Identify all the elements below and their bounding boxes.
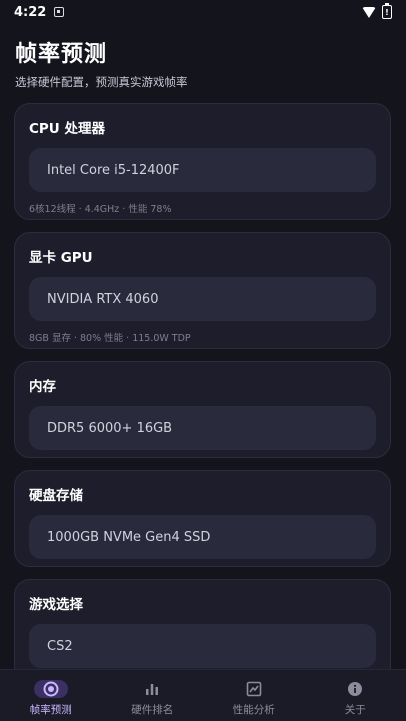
status-time: 4:22 xyxy=(14,4,47,20)
info-icon xyxy=(344,680,366,698)
battery-icon: ! xyxy=(382,3,392,19)
battery-alert: ! xyxy=(385,7,389,17)
disk-card: 硬盘存储 1000GB NVMe Gen4 SSD xyxy=(14,470,391,567)
gpu-specs: 8GB 显存 · 80% 性能 · 115.0W TDP xyxy=(29,333,191,344)
gpu-card-title: 显卡 GPU xyxy=(29,250,93,266)
page-subtitle: 选择硬件配置，预测真实游戏帧率 xyxy=(15,75,188,89)
status-bar: 4:22 ! xyxy=(0,0,406,24)
cpu-specs: 6核12线程 · 4.4GHz · 性能 78% xyxy=(29,204,172,215)
bottom-navigation: 帧率预测 硬件排名 性能分析 关于 xyxy=(0,669,406,721)
nav-label: 帧率预测 xyxy=(29,704,72,716)
disk-select[interactable]: 1000GB NVMe Gen4 SSD xyxy=(29,515,376,559)
status-icons: ! xyxy=(362,3,392,19)
cpu-card: CPU 处理器 Intel Core i5-12400F 6核12线程 · 4.… xyxy=(14,103,391,220)
ram-select[interactable]: DDR5 6000+ 16GB xyxy=(29,406,376,450)
ram-card-title: 内存 xyxy=(29,379,56,395)
game-select[interactable]: CS2 xyxy=(29,624,376,668)
target-icon xyxy=(33,680,68,698)
bar-chart-icon xyxy=(141,680,163,698)
cpu-card-title: CPU 处理器 xyxy=(29,121,105,137)
nav-label: 性能分析 xyxy=(232,704,275,716)
cpu-select[interactable]: Intel Core i5-12400F xyxy=(29,148,376,192)
notification-icon xyxy=(54,7,65,17)
nav-label: 硬件排名 xyxy=(131,704,174,716)
ram-card: 内存 DDR5 6000+ 16GB xyxy=(14,361,391,458)
analytics-icon xyxy=(243,680,265,698)
nav-item-hardware-rank[interactable]: 硬件排名 xyxy=(102,670,204,721)
page-header: 帧率预测 选择硬件配置，预测真实游戏帧率 xyxy=(15,36,188,90)
nav-item-fps-predict[interactable]: 帧率预测 xyxy=(0,670,102,721)
gpu-card: 显卡 GPU NVIDIA RTX 4060 8GB 显存 · 80% 性能 ·… xyxy=(14,232,391,349)
page-title: 帧率预测 xyxy=(15,42,108,67)
disk-card-title: 硬盘存储 xyxy=(29,488,83,504)
nav-item-about[interactable]: 关于 xyxy=(305,670,406,721)
main-content: CPU 处理器 Intel Core i5-12400F 6核12线程 · 4.… xyxy=(14,103,391,701)
nav-item-performance[interactable]: 性能分析 xyxy=(203,670,305,721)
nav-label: 关于 xyxy=(344,704,366,716)
gpu-select[interactable]: NVIDIA RTX 4060 xyxy=(29,277,376,321)
game-card-title: 游戏选择 xyxy=(29,597,83,613)
wifi-icon xyxy=(362,6,376,18)
